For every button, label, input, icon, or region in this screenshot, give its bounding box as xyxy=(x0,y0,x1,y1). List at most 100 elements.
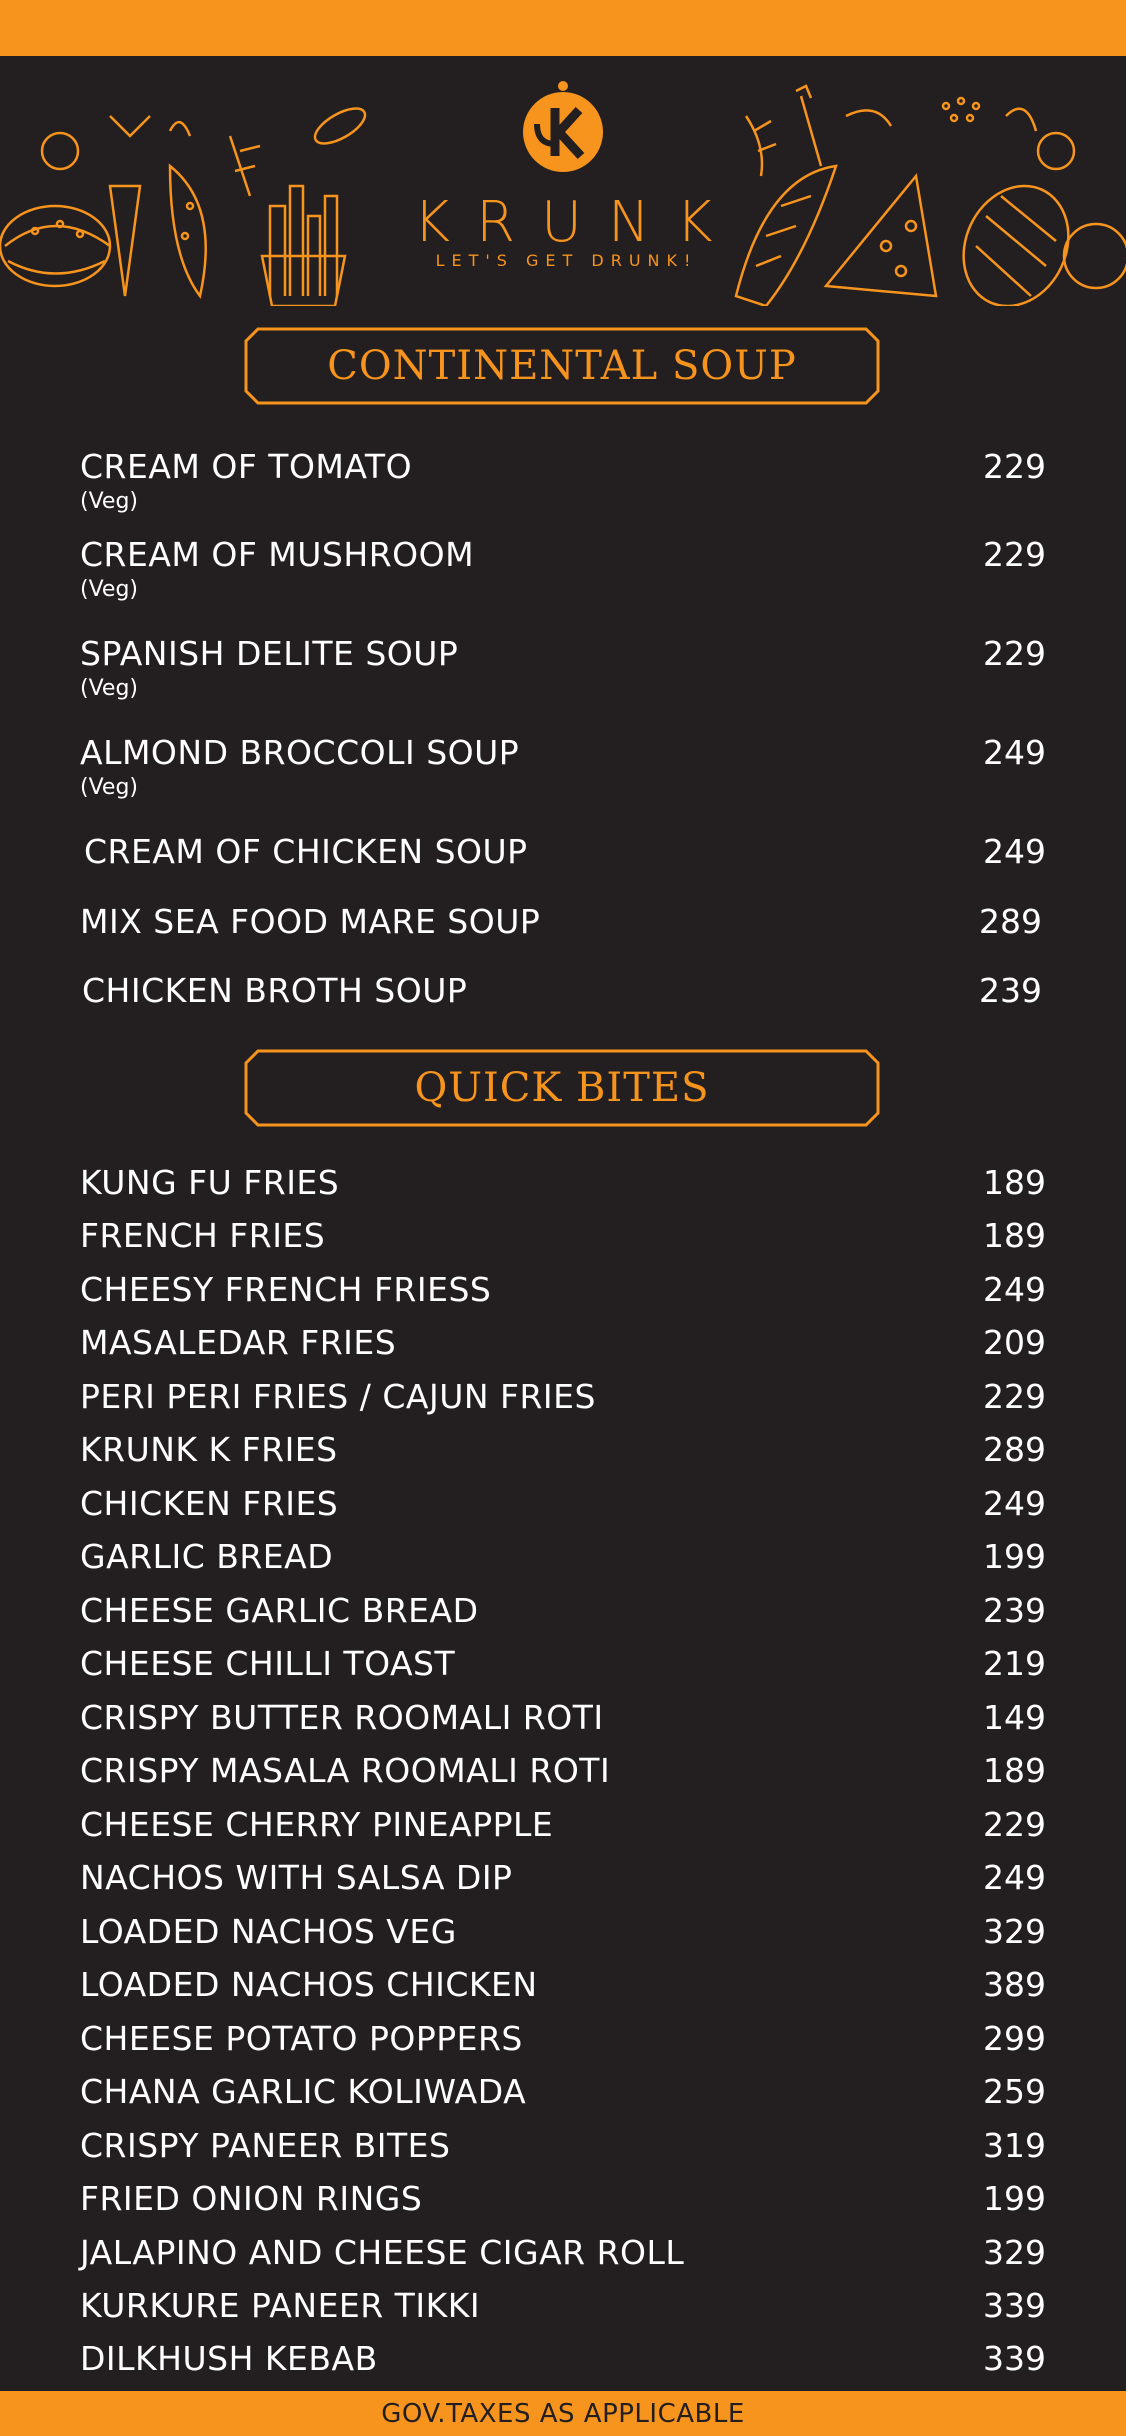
item-name: CHANA GARLIC KOLIWADA xyxy=(80,2072,527,2111)
item-name: KURKURE PANEER TIKKI xyxy=(80,2286,481,2325)
brand-logo: KRUNK LET'S GET DRUNK! xyxy=(0,80,1126,270)
menu-item: CHANA GARLIC KOLIWADA 259 xyxy=(80,2072,1046,2116)
krunk-logo-icon xyxy=(523,81,603,172)
section-header-continental-soup: CONTINENTAL SOUP xyxy=(244,327,880,405)
menu-item: CREAM OF MUSHROOM (Veg) 229 xyxy=(80,535,1046,602)
item-name: CRISPY PANEER BITES xyxy=(80,2126,451,2165)
item-name: MASALEDAR FRIES xyxy=(80,1323,397,1362)
item-note: (Veg) xyxy=(80,489,139,514)
menu-item: MASALEDAR FRIES 209 xyxy=(80,1323,1046,1367)
item-price: 229 xyxy=(983,634,1046,673)
item-name: FRIED ONION RINGS xyxy=(80,2179,423,2218)
item-price: 259 xyxy=(983,2072,1046,2111)
item-name: LOADED NACHOS VEG xyxy=(80,1912,457,1951)
menu-item: CHICKEN BROTH SOUP 239 xyxy=(80,971,1046,1015)
item-price: 329 xyxy=(983,2233,1046,2272)
menu-item: GARLIC BREAD 199 xyxy=(80,1537,1046,1581)
menu-item: PERI PERI FRIES / CAJUN FRIES 229 xyxy=(80,1377,1046,1421)
menu-item: CHEESY FRENCH FRIESS 249 xyxy=(80,1270,1046,1314)
menu-item: LOADED NACHOS CHICKEN 389 xyxy=(80,1965,1046,2009)
brand-name: KRUNK xyxy=(413,190,739,255)
item-note: (Veg) xyxy=(80,577,139,602)
item-price: 149 xyxy=(983,1698,1046,1737)
item-name: CREAM OF MUSHROOM xyxy=(80,535,475,574)
menu-item: NACHOS WITH SALSA DIP 249 xyxy=(80,1858,1046,1902)
section-title: CONTINENTAL SOUP xyxy=(327,343,797,389)
item-price: 249 xyxy=(983,1484,1046,1523)
item-name: KUNG FU FRIES xyxy=(80,1163,340,1202)
item-price: 189 xyxy=(983,1163,1046,1202)
menu-item: CHICKEN FRIES 249 xyxy=(80,1484,1046,1528)
item-name: MIX SEA FOOD MARE SOUP xyxy=(80,902,541,941)
menu-item: CHEESE CHILLI TOAST 219 xyxy=(80,1644,1046,1688)
menu-item: CHEESE CHERRY PINEAPPLE 229 xyxy=(80,1805,1046,1849)
item-name: CHEESE CHILLI TOAST xyxy=(80,1644,456,1683)
item-note: (Veg) xyxy=(80,775,139,800)
item-price: 189 xyxy=(983,1751,1046,1790)
menu-item: SPANISH DELITE SOUP (Veg) 229 xyxy=(80,634,1046,701)
item-price: 339 xyxy=(983,2339,1046,2378)
item-name: LOADED NACHOS CHICKEN xyxy=(80,1965,538,2004)
item-price: 239 xyxy=(979,971,1042,1010)
item-name: CHEESY FRENCH FRIESS xyxy=(80,1270,492,1309)
item-price: 339 xyxy=(983,2286,1046,2325)
item-name: KRUNK K FRIES xyxy=(80,1430,338,1469)
menu-item: KRUNK K FRIES 289 xyxy=(80,1430,1046,1474)
menu-item: CRISPY PANEER BITES 319 xyxy=(80,2126,1046,2170)
menu-item: CREAM OF CHICKEN SOUP 249 xyxy=(80,832,1046,876)
item-name: DILKHUSH KEBAB xyxy=(80,2339,378,2378)
top-accent-bar xyxy=(0,0,1126,56)
item-price: 189 xyxy=(983,1216,1046,1255)
item-price: 249 xyxy=(983,832,1046,871)
brand-tagline: LET'S GET DRUNK! xyxy=(435,251,698,270)
item-price: 229 xyxy=(983,535,1046,574)
menu-item: KUNG FU FRIES 189 xyxy=(80,1163,1046,1207)
section-title: QUICK BITES xyxy=(414,1065,710,1111)
item-price: 199 xyxy=(983,1537,1046,1576)
item-price: 229 xyxy=(983,447,1046,486)
menu-item: DILKHUSH KEBAB 339 xyxy=(80,2339,1046,2383)
item-price: 209 xyxy=(983,1323,1046,1362)
item-name: CRISPY MASALA ROOMALI ROTI xyxy=(80,1751,611,1790)
menu-item: JALAPINO AND CHEESE CIGAR ROLL 329 xyxy=(80,2233,1046,2277)
item-price: 239 xyxy=(983,1591,1046,1630)
item-name: CHEESE POTATO POPPERS xyxy=(80,2019,523,2058)
item-name: GARLIC BREAD xyxy=(80,1537,334,1576)
item-price: 229 xyxy=(983,1377,1046,1416)
item-price: 289 xyxy=(979,902,1042,941)
section-header-quick-bites: QUICK BITES xyxy=(244,1049,880,1127)
item-name: JALAPINO AND CHEESE CIGAR ROLL xyxy=(80,2233,685,2272)
menu-item: MIX SEA FOOD MARE SOUP 289 xyxy=(80,902,1046,946)
menu-item: KURKURE PANEER TIKKI 339 xyxy=(80,2286,1046,2330)
menu-item: CHEESE GARLIC BREAD 239 xyxy=(80,1591,1046,1635)
item-price: 199 xyxy=(983,2179,1046,2218)
menu-item: CREAM OF TOMATO (Veg) 229 xyxy=(80,447,1046,514)
item-name: CREAM OF CHICKEN SOUP xyxy=(84,832,528,871)
menu-item: LOADED NACHOS VEG 329 xyxy=(80,1912,1046,1956)
item-name: CRISPY BUTTER ROOMALI ROTI xyxy=(80,1698,604,1737)
item-price: 319 xyxy=(983,2126,1046,2165)
item-price: 289 xyxy=(983,1430,1046,1469)
item-name: SPANISH DELITE SOUP xyxy=(80,634,459,673)
item-price: 389 xyxy=(983,1965,1046,2004)
item-price: 249 xyxy=(983,1858,1046,1897)
item-name: FRENCH FRIES xyxy=(80,1216,326,1255)
item-name: CHICKEN BROTH SOUP xyxy=(82,971,468,1010)
menu-item: CRISPY BUTTER ROOMALI ROTI 149 xyxy=(80,1698,1046,1742)
item-name: CREAM OF TOMATO xyxy=(80,447,413,486)
item-name: PERI PERI FRIES / CAJUN FRIES xyxy=(80,1377,596,1416)
item-price: 249 xyxy=(983,733,1046,772)
menu-item: CRISPY MASALA ROOMALI ROTI 189 xyxy=(80,1751,1046,1795)
menu-item: CHEESE POTATO POPPERS 299 xyxy=(80,2019,1046,2063)
item-price: 329 xyxy=(983,1912,1046,1951)
item-price: 229 xyxy=(983,1805,1046,1844)
item-name: ALMOND BROCCOLI SOUP xyxy=(80,733,520,772)
menu-item: FRIED ONION RINGS 199 xyxy=(80,2179,1046,2223)
footer-bar: GOV.TAXES AS APPLICABLE xyxy=(0,2391,1126,2436)
item-price: 219 xyxy=(983,1644,1046,1683)
item-name: CHICKEN FRIES xyxy=(80,1484,339,1523)
item-name: CHEESE CHERRY PINEAPPLE xyxy=(80,1805,554,1844)
menu-item: FRENCH FRIES 189 xyxy=(80,1216,1046,1260)
item-price: 249 xyxy=(983,1270,1046,1309)
item-name: NACHOS WITH SALSA DIP xyxy=(80,1858,513,1897)
